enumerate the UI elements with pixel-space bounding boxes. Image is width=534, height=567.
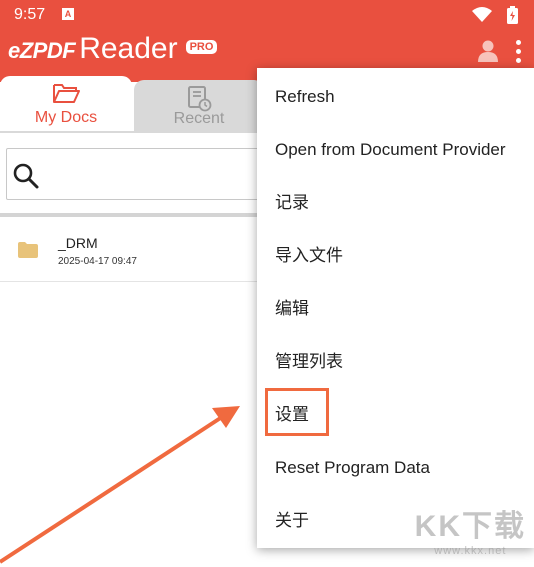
search-input[interactable] xyxy=(51,159,291,189)
menu-item-history[interactable]: 记录 xyxy=(257,176,534,229)
menu-item-open-document-provider[interactable]: Open from Document Provider xyxy=(257,123,534,176)
more-options-icon[interactable] xyxy=(515,40,523,64)
a-box-icon: A xyxy=(62,8,74,20)
menu-item-reset-program-data[interactable]: Reset Program Data xyxy=(257,441,534,494)
user-icon[interactable] xyxy=(477,40,499,62)
watermark-logo: KK下载 xyxy=(414,510,526,543)
menu-item-refresh[interactable]: Refresh xyxy=(257,70,534,123)
tab-my-docs[interactable]: My Docs xyxy=(0,76,132,132)
settings-highlight-box xyxy=(265,388,329,436)
tab-recent[interactable]: Recent xyxy=(134,80,264,132)
tab-recent-label: Recent xyxy=(173,110,225,127)
file-date: 2025-04-17 09:47 xyxy=(58,256,137,267)
app-title: Reader xyxy=(79,32,178,65)
app-logo: eZPDF xyxy=(8,38,76,63)
menu-item-manage-list[interactable]: 管理列表 xyxy=(257,335,534,388)
watermark-url: www.kkx.net xyxy=(434,545,507,557)
wifi-icon xyxy=(472,7,492,22)
watermark: KK下载 www.kkx.net xyxy=(415,501,526,557)
status-time: 9:57 xyxy=(14,6,46,23)
recent-doc-icon xyxy=(188,86,212,112)
overflow-menu: Refresh Open from Document Provider 记录 导… xyxy=(257,68,534,548)
menu-item-import-file[interactable]: 导入文件 xyxy=(257,229,534,282)
tab-my-docs-label: My Docs xyxy=(34,109,98,126)
status-bar: 9:57 A xyxy=(14,4,518,24)
folder-icon xyxy=(18,242,38,258)
folder-open-icon xyxy=(53,84,80,103)
app-brand: eZPDF Reader PRO xyxy=(8,32,218,72)
search-icon[interactable] xyxy=(11,161,41,191)
pro-badge: PRO xyxy=(185,40,218,54)
menu-item-edit[interactable]: 编辑 xyxy=(257,282,534,335)
battery-icon xyxy=(507,6,518,24)
file-name: _DRM xyxy=(58,235,98,251)
